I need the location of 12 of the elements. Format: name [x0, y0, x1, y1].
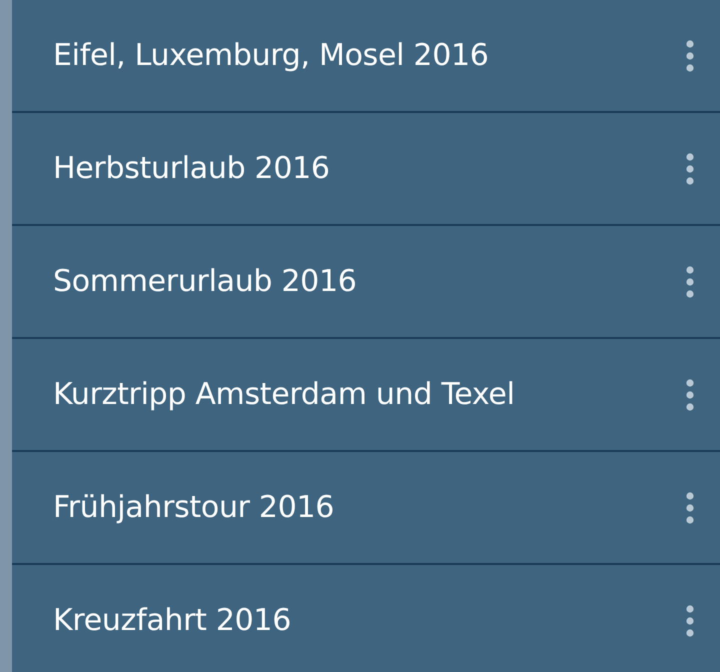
trip-title: Sommerurlaub 2016: [53, 264, 358, 299]
more-vertical-icon: [686, 152, 694, 184]
more-vertical-icon: [686, 40, 694, 72]
trip-title: Frühjahrstour 2016: [53, 490, 336, 525]
trip-title: Herbsturlaub 2016: [53, 151, 331, 186]
trip-title: Eifel, Luxemburg, Mosel 2016: [53, 38, 490, 73]
trip-title: Kreuzfahrt 2016: [53, 603, 292, 638]
more-vertical-icon: [686, 604, 694, 636]
more-vertical-icon: [686, 378, 694, 410]
more-vertical-icon: [686, 492, 694, 524]
more-vertical-icon: [686, 266, 694, 298]
trip-title: Kurztripp Amsterdam und Texel: [53, 377, 516, 412]
